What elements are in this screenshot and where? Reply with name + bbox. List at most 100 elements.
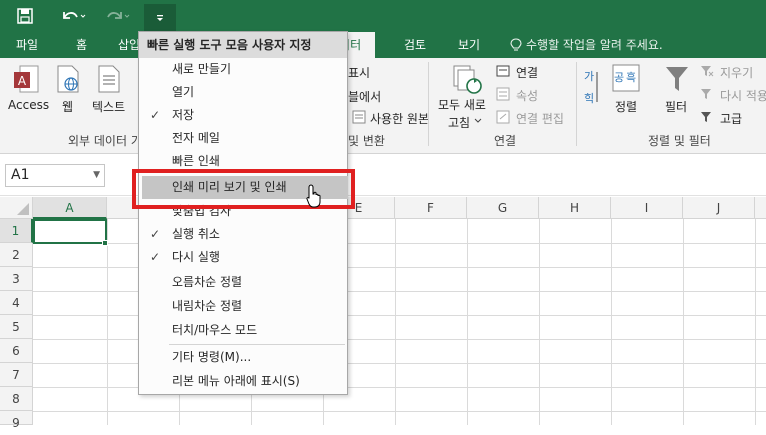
menu-item-save[interactable]: ✓ 저장 — [139, 104, 347, 127]
filter-icon — [666, 67, 688, 91]
menu-item-sort-asc[interactable]: 오름차순 정렬 — [139, 271, 347, 294]
group-label-external-data: 외부 데이터 가 — [68, 134, 142, 148]
menu-item-label: 새로 만들기 — [172, 62, 232, 76]
menu-item-new[interactable]: 새로 만들기 — [139, 58, 347, 81]
menu-item-redo[interactable]: ✓ 다시 실행 — [139, 246, 347, 269]
row-header[interactable]: 4 — [0, 291, 33, 315]
name-box[interactable]: A1 ▼ — [5, 164, 105, 187]
undo-icon — [63, 12, 86, 19]
menu-item-touch-mode[interactable]: 터치/마우스 모드 — [139, 319, 347, 342]
grid-line — [683, 219, 684, 425]
menu-item-label: 터치/마우스 모드 — [172, 323, 258, 337]
customize-qat-menu: 빠른 실행 도구 모음 사용자 지정 새로 만들기 열기 ✓ 저장 전자 메일 빠… — [138, 31, 348, 395]
tell-me-box[interactable]: 수행할 작업을 알려 주세요. — [510, 32, 663, 58]
menu-item-more-commands[interactable]: 기타 명령(M)... — [139, 346, 347, 369]
sort-asc-icon: 가 힉 — [584, 70, 598, 105]
row-header[interactable]: 7 — [0, 363, 33, 387]
grid-line — [107, 219, 108, 425]
recent-sources-icon — [352, 110, 366, 124]
customize-qat-button[interactable] — [144, 4, 176, 32]
menu-item-label: 리본 메뉴 아래에 표시(S) — [172, 374, 300, 388]
column-header[interactable] — [755, 197, 766, 219]
svg-text:흑: 흑 — [626, 70, 636, 84]
group-separator — [428, 62, 429, 146]
menu-item-label: 오름차순 정렬 — [172, 275, 243, 289]
reapply-icon — [701, 89, 711, 99]
sort-button[interactable]: 정렬 — [615, 98, 637, 115]
lightbulb-icon — [510, 38, 522, 51]
title-bar — [0, 0, 766, 32]
menu-item-sort-desc[interactable]: 내림차순 정렬 — [139, 295, 347, 318]
spreadsheet-grid[interactable]: A B C D E F G H I J 1 2 3 4 5 6 7 8 9 — [0, 197, 766, 430]
tell-me-text: 수행할 작업을 알려 주세요. — [526, 38, 663, 52]
tab-file[interactable]: 파일 — [16, 32, 38, 58]
active-cell[interactable] — [33, 219, 107, 244]
column-header[interactable]: J — [683, 197, 755, 219]
fill-handle[interactable] — [102, 240, 108, 246]
grid-line — [395, 219, 396, 425]
group-label-connections: 연결 — [494, 134, 517, 148]
row-header[interactable]: 5 — [0, 315, 33, 339]
clear-filter-icon — [701, 66, 714, 77]
chevron-down-icon[interactable]: ▼ — [93, 165, 100, 186]
chevron-down-icon — [474, 118, 482, 123]
tab-insert[interactable]: 삽입 — [118, 32, 140, 58]
column-header[interactable]: A — [33, 197, 107, 219]
select-all-corner[interactable] — [0, 197, 33, 219]
column-header[interactable]: H — [539, 197, 611, 219]
row-header[interactable]: 6 — [0, 339, 33, 363]
menu-item-email[interactable]: 전자 메일 — [139, 127, 347, 150]
column-header[interactable]: F — [395, 197, 467, 219]
menu-item-label: 실행 취소 — [172, 227, 220, 241]
row-header[interactable]: 9 — [0, 411, 33, 430]
checkmark-icon: ✓ — [150, 250, 161, 264]
access-button[interactable]: Access — [8, 98, 49, 112]
reapply-button[interactable]: 다시 적용 — [720, 87, 766, 104]
row-header[interactable]: 2 — [0, 243, 33, 267]
advanced-filter-icon — [701, 112, 711, 122]
access-icon: A — [14, 65, 39, 93]
filter-button[interactable]: 필터 — [665, 98, 687, 115]
grid-line — [755, 219, 756, 425]
menu-item-open[interactable]: 열기 — [139, 81, 347, 104]
refresh-all-icon — [453, 65, 482, 94]
svg-text:공: 공 — [614, 71, 624, 84]
ribbon: A Access 웹 텍스트 외부 데이터 가 표시 블에서 사용한 원본 및 … — [0, 58, 766, 154]
column-header[interactable]: I — [611, 197, 683, 219]
column-header[interactable]: G — [467, 197, 539, 219]
menu-item-label: 열기 — [172, 85, 195, 99]
properties-button[interactable]: 속성 — [516, 87, 538, 104]
web-button[interactable]: 웹 — [62, 98, 73, 115]
text-file-icon — [98, 65, 120, 93]
text-button[interactable]: 텍스트 — [92, 98, 125, 115]
svg-text:힉: 힉 — [584, 92, 594, 105]
menu-item-undo[interactable]: ✓ 실행 취소 — [139, 223, 347, 246]
from-table-button[interactable]: 블에서 — [348, 88, 381, 105]
grid-line — [611, 219, 612, 425]
advanced-button[interactable]: 고급 — [720, 110, 742, 127]
redo-button[interactable] — [100, 4, 134, 28]
customize-qat-icon — [157, 15, 163, 21]
menu-title: 빠른 실행 도구 모음 사용자 지정 — [139, 32, 347, 58]
recent-sources-button[interactable]: 사용한 원본 — [370, 110, 429, 127]
svg-text:가: 가 — [584, 70, 594, 83]
row-header[interactable]: 8 — [0, 387, 33, 411]
clear-button[interactable]: 지우기 — [720, 64, 753, 81]
refresh-all-button[interactable]: 모두 새로 — [438, 96, 486, 113]
undo-button[interactable] — [56, 4, 90, 28]
group-label-get-transform: 및 변환 — [348, 134, 385, 148]
save-button[interactable] — [12, 4, 38, 28]
row-header[interactable]: 1 — [0, 219, 33, 243]
menu-item-label: 내림차순 정렬 — [172, 299, 243, 313]
tab-home[interactable]: 홈 — [76, 32, 87, 58]
sort-dialog-icon: 공 흑 — [612, 64, 640, 92]
edit-links-button[interactable]: 연결 편집 — [516, 110, 564, 127]
menu-item-show-below-ribbon[interactable]: 리본 메뉴 아래에 표시(S) — [139, 370, 347, 393]
connections-button[interactable]: 연결 — [516, 64, 538, 81]
svg-text:A: A — [18, 74, 27, 88]
tab-view[interactable]: 보기 — [458, 32, 480, 58]
show-queries-button[interactable]: 표시 — [348, 64, 370, 81]
tab-review[interactable]: 검토 — [404, 32, 426, 58]
row-header[interactable]: 3 — [0, 267, 33, 291]
name-box-value: A1 — [11, 167, 30, 183]
